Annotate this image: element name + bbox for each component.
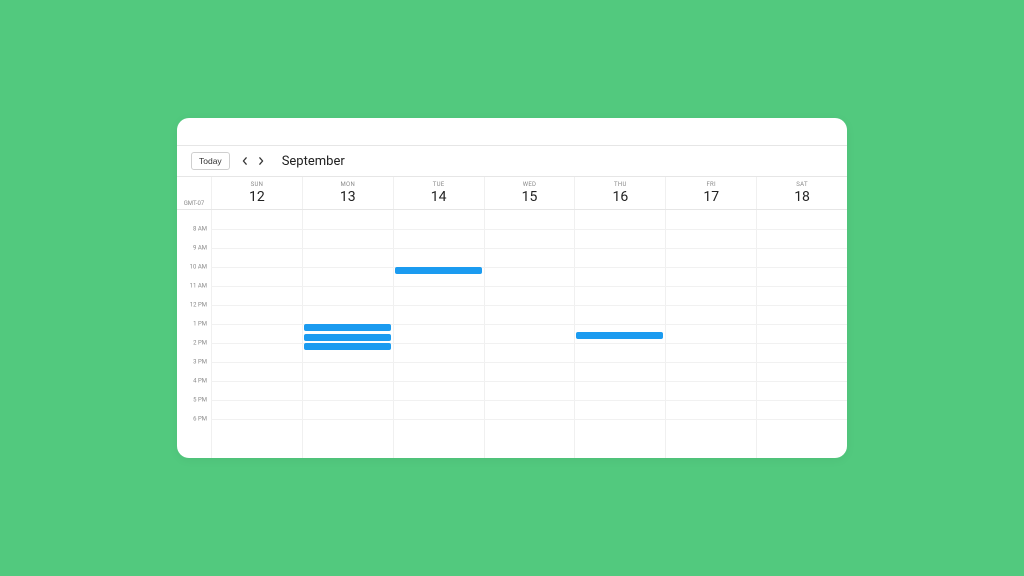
calendar-event[interactable] bbox=[576, 332, 663, 339]
day-header[interactable]: MON 13 bbox=[302, 177, 393, 209]
hour-label: 12 PM bbox=[190, 302, 207, 309]
day-number: 16 bbox=[575, 189, 665, 205]
next-button[interactable] bbox=[254, 154, 268, 168]
toolbar: Today September bbox=[177, 146, 847, 177]
day-header[interactable]: FRI 17 bbox=[665, 177, 756, 209]
hour-label: 9 AM bbox=[193, 245, 207, 252]
hour-label: 6 PM bbox=[193, 416, 207, 423]
day-header[interactable]: SUN 12 bbox=[211, 177, 302, 209]
calendar-event[interactable] bbox=[395, 267, 482, 274]
day-of-week: THU bbox=[575, 181, 665, 188]
day-of-week: TUE bbox=[394, 181, 484, 188]
hour-label: 2 PM bbox=[193, 340, 207, 347]
hour-gridline bbox=[211, 286, 847, 287]
chevron-right-icon bbox=[257, 157, 265, 165]
timezone-label: GMT-07 bbox=[177, 177, 211, 209]
hour-gridline bbox=[211, 381, 847, 382]
chevron-left-icon bbox=[241, 157, 249, 165]
today-button[interactable]: Today bbox=[191, 152, 230, 170]
day-of-week: WED bbox=[485, 181, 575, 188]
prev-button[interactable] bbox=[238, 154, 252, 168]
day-number: 17 bbox=[666, 189, 756, 205]
hour-gridline bbox=[211, 229, 847, 230]
hour-label: 10 AM bbox=[190, 264, 207, 271]
calendar-card: Today September GMT-07 SUN 12 MON 13 TUE… bbox=[177, 118, 847, 458]
hour-label: 3 PM bbox=[193, 359, 207, 366]
hour-gridline bbox=[211, 305, 847, 306]
hour-gridline bbox=[211, 267, 847, 268]
day-header[interactable]: THU 16 bbox=[574, 177, 665, 209]
calendar-event[interactable] bbox=[304, 334, 391, 341]
hour-gridline bbox=[211, 362, 847, 363]
day-of-week: SAT bbox=[757, 181, 847, 188]
day-header[interactable]: SAT 18 bbox=[756, 177, 847, 209]
hour-label: 1 PM bbox=[193, 321, 207, 328]
calendar-event[interactable] bbox=[304, 343, 391, 350]
day-header[interactable]: TUE 14 bbox=[393, 177, 484, 209]
top-strip bbox=[177, 118, 847, 146]
time-grid[interactable]: 8 AM 9 AM 10 AM 11 AM 12 PM 1 PM 2 PM 3 PM 4 PM 5… bbox=[177, 210, 847, 458]
hour-column: 8 AM 9 AM 10 AM 11 AM 12 PM 1 PM 2 PM 3 PM 4 PM 5… bbox=[177, 210, 211, 458]
day-number: 12 bbox=[212, 189, 302, 205]
day-number: 14 bbox=[394, 189, 484, 205]
day-of-week: SUN bbox=[212, 181, 302, 188]
month-label: September bbox=[282, 154, 345, 169]
calendar-event[interactable] bbox=[304, 324, 391, 331]
nav-buttons bbox=[238, 154, 268, 168]
hour-label: 4 PM bbox=[193, 378, 207, 385]
hour-label: 8 AM bbox=[193, 226, 207, 233]
hour-label: 11 AM bbox=[190, 283, 207, 290]
day-number: 15 bbox=[485, 189, 575, 205]
hour-gridline bbox=[211, 419, 847, 420]
hour-label: 5 PM bbox=[193, 397, 207, 404]
day-number: 13 bbox=[303, 189, 393, 205]
hour-gridline bbox=[211, 248, 847, 249]
day-header-row: GMT-07 SUN 12 MON 13 TUE 14 WED 15 THU 1… bbox=[177, 177, 847, 210]
day-header[interactable]: WED 15 bbox=[484, 177, 575, 209]
hour-gridline bbox=[211, 400, 847, 401]
day-of-week: MON bbox=[303, 181, 393, 188]
day-of-week: FRI bbox=[666, 181, 756, 188]
day-number: 18 bbox=[757, 189, 847, 205]
